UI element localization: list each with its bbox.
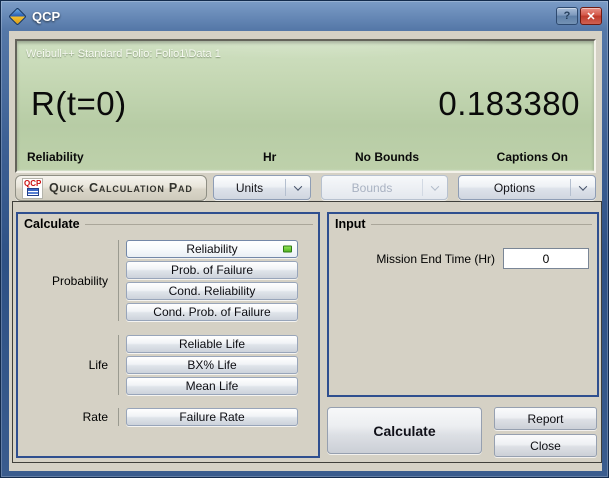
reliability-button[interactable]: Reliability (126, 240, 298, 258)
qcp-logo-grid-icon (27, 188, 39, 196)
prob-of-failure-button[interactable]: Prob. of Failure (126, 261, 298, 279)
mission-end-time-label: Mission End Time (Hr) (376, 252, 495, 266)
window-title: QCP (32, 9, 60, 24)
selected-indicator-icon (283, 246, 292, 253)
result-value: 0.183380 (438, 85, 580, 123)
report-button-label: Report (527, 412, 563, 426)
units-dropdown[interactable]: Units (213, 175, 311, 200)
calculate-legend: Calculate (24, 217, 80, 231)
input-groupbox: Input Mission End Time (Hr) (327, 212, 599, 397)
report-button[interactable]: Report (494, 407, 597, 430)
section-divider (118, 408, 119, 426)
bounds-dropdown-arrow (423, 176, 447, 199)
calculate-groupbox-header: Calculate (18, 214, 318, 232)
rate-buttons: Failure Rate (126, 408, 298, 426)
titlebar-buttons: ? ✕ (556, 7, 602, 25)
cond-prob-of-failure-button[interactable]: Cond. Prob. of Failure (126, 303, 298, 321)
pad-button-label: Quick Calculation Pad (49, 181, 193, 195)
units-dropdown-arrow[interactable] (286, 176, 310, 199)
titlebar: QCP ? ✕ (1, 1, 608, 31)
cond-prob-of-failure-button-label: Cond. Prob. of Failure (153, 305, 270, 319)
chevron-down-icon (294, 182, 302, 190)
legend-rule (371, 224, 592, 225)
qcp-dialog-window: QCP ? ✕ Weibull++ Standard Folio: Folio1… (0, 0, 609, 478)
weibull-app-icon (8, 7, 26, 25)
cond-reliability-button-label: Cond. Reliability (169, 284, 256, 298)
bx-life-button[interactable]: BX% Life (126, 356, 298, 374)
bounds-dropdown[interactable]: Bounds (321, 175, 448, 200)
bx-life-button-label: BX% Life (187, 358, 236, 372)
section-divider (118, 335, 119, 395)
cond-reliability-button[interactable]: Cond. Reliability (126, 282, 298, 300)
life-section: Life Reliable Life BX% Life Mean Life (18, 335, 318, 395)
status-units: Hr (263, 150, 276, 164)
quick-calculation-pad-button[interactable]: QCP Quick Calculation Pad (15, 175, 207, 201)
calculate-button-label: Calculate (373, 423, 435, 439)
input-groupbox-header: Input (329, 214, 597, 232)
mission-end-time-row: Mission End Time (Hr) (329, 248, 597, 269)
calculate-groupbox: Calculate Probability Reliability Prob. … (16, 212, 320, 458)
display-status-row: Reliability Hr No Bounds Captions On (17, 150, 594, 166)
help-icon: ? (564, 10, 571, 22)
probability-section: Probability Reliability Prob. of Failure… (18, 240, 318, 321)
reliable-life-button[interactable]: Reliable Life (126, 335, 298, 353)
input-legend: Input (335, 217, 366, 231)
reliable-life-button-label: Reliable Life (179, 337, 245, 351)
prob-of-failure-button-label: Prob. of Failure (171, 263, 253, 277)
result-expression: R(t=0) (31, 85, 127, 123)
options-dropdown-label: Options (459, 176, 570, 199)
mean-life-button[interactable]: Mean Life (126, 377, 298, 395)
close-icon: ✕ (586, 10, 595, 23)
rate-section-label: Rate (18, 410, 118, 424)
calculate-button[interactable]: Calculate (327, 407, 482, 454)
help-button[interactable]: ? (556, 7, 578, 25)
options-dropdown-arrow[interactable] (571, 176, 595, 199)
units-dropdown-label: Units (214, 176, 285, 199)
status-bounds: No Bounds (355, 150, 419, 164)
status-metric: Reliability (27, 150, 84, 164)
mission-end-time-input[interactable] (503, 248, 589, 269)
life-buttons: Reliable Life BX% Life Mean Life (126, 335, 298, 395)
probability-buttons: Reliability Prob. of Failure Cond. Relia… (126, 240, 298, 321)
section-divider (118, 240, 119, 321)
legend-rule (85, 224, 313, 225)
rate-section: Rate Failure Rate (18, 408, 318, 426)
qcp-logo-icon: QCP (22, 178, 43, 199)
status-captions: Captions On (497, 150, 568, 164)
qcp-logo-text: QCP (24, 179, 41, 188)
failure-rate-button[interactable]: Failure Rate (126, 408, 298, 426)
results-display: Weibull++ Standard Folio: Folio1\Data 1 … (15, 39, 596, 173)
reliability-button-label: Reliability (186, 242, 237, 256)
life-section-label: Life (18, 358, 118, 372)
dialog-client-area: Weibull++ Standard Folio: Folio1\Data 1 … (9, 31, 602, 471)
close-window-button[interactable]: ✕ (580, 7, 602, 25)
options-dropdown[interactable]: Options (458, 175, 596, 200)
close-button-label: Close (530, 439, 561, 453)
bounds-dropdown-label: Bounds (322, 176, 422, 199)
toolbar: QCP Quick Calculation Pad Units Bounds (9, 175, 602, 201)
chevron-down-icon (431, 182, 439, 190)
close-button[interactable]: Close (494, 434, 597, 457)
mean-life-button-label: Mean Life (186, 379, 239, 393)
probability-section-label: Probability (18, 274, 118, 288)
chevron-down-icon (579, 182, 587, 190)
result-readout: R(t=0) 0.183380 (17, 85, 594, 123)
folio-source-label: Weibull++ Standard Folio: Folio1\Data 1 (26, 48, 221, 60)
failure-rate-button-label: Failure Rate (179, 410, 244, 424)
content-panel: Calculate Probability Reliability Prob. … (12, 201, 602, 463)
